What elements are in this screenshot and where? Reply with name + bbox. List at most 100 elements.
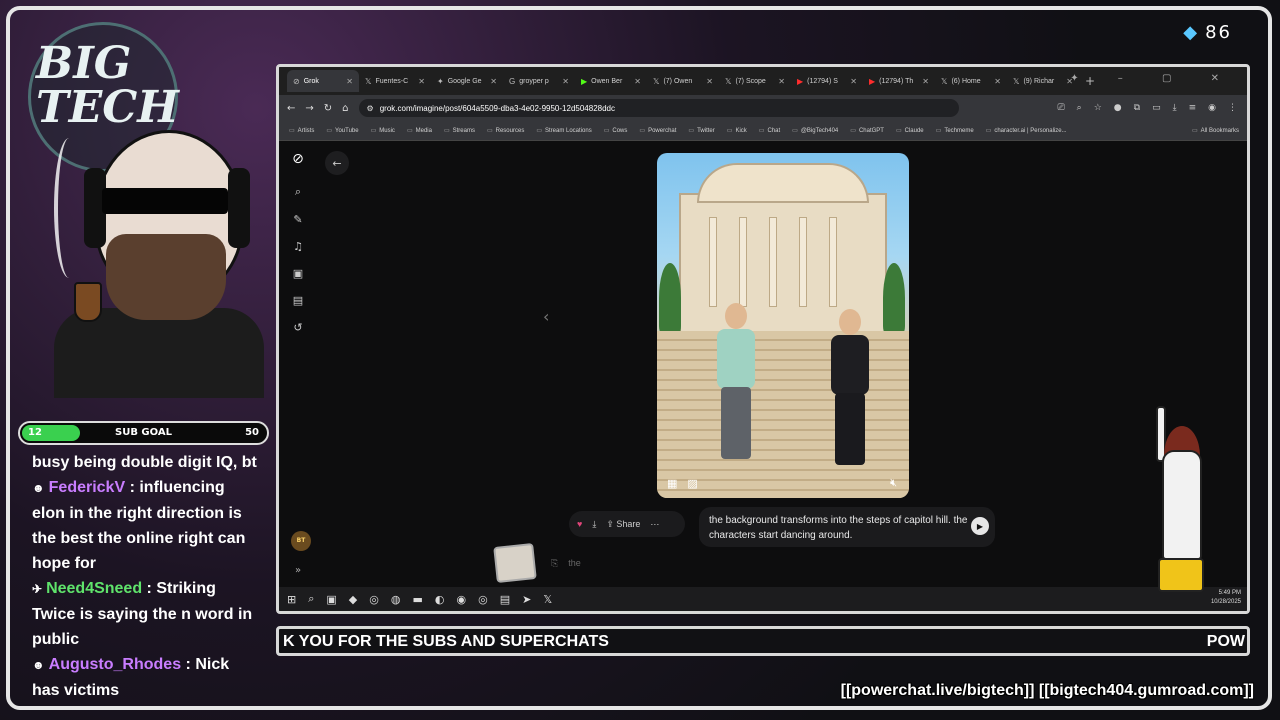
cast-icon[interactable]: ⎚ xyxy=(1057,103,1064,113)
attach-icon[interactable]: ⎘ xyxy=(551,558,558,569)
waiter-figure xyxy=(1150,400,1212,594)
bookmark-item[interactable]: ▭ Techmeme xyxy=(936,127,974,134)
voice-icon[interactable]: ♫ xyxy=(293,240,303,253)
tab[interactable]: ▶ Owen Ber ✕ xyxy=(575,70,647,92)
profile-icon[interactable]: ◉ xyxy=(1208,103,1216,113)
video-mode-icon[interactable]: ▦ xyxy=(667,477,677,490)
search-icon[interactable]: ⌕ xyxy=(295,185,301,199)
close-icon[interactable]: ✕ xyxy=(994,77,1001,86)
chrome-icon[interactable]: ◉ xyxy=(457,593,467,606)
reload-icon[interactable]: ↻ xyxy=(324,103,332,114)
bookmark-item[interactable]: ▭ Powerchat xyxy=(639,127,676,134)
close-icon[interactable]: ✕ xyxy=(634,77,641,86)
previous-arrow-icon[interactable]: ‹ xyxy=(543,307,549,326)
user-avatar[interactable]: BT xyxy=(291,531,311,551)
app-icon[interactable]: ◍ xyxy=(391,593,401,606)
sub-goal-target: 50 xyxy=(245,427,259,438)
tab[interactable]: ▶ (12794) Th ✕ xyxy=(863,70,935,92)
more-icon[interactable]: ⋯ xyxy=(650,519,659,530)
close-icon[interactable]: ✕ xyxy=(490,77,497,86)
home-icon[interactable]: ⌂ xyxy=(342,103,348,114)
bookmark-item[interactable]: ▭ Chat xyxy=(759,127,780,134)
prompt-input[interactable]: ⎘ the xyxy=(551,551,1081,575)
bookmark-item[interactable]: ▭ YouTube xyxy=(326,127,358,134)
imagine-icon[interactable]: ▣ xyxy=(293,267,303,280)
close-icon[interactable]: ✕ xyxy=(418,77,425,86)
steam-icon[interactable]: ◐ xyxy=(435,593,445,606)
play-icon[interactable]: ▶ xyxy=(971,517,989,535)
projects-icon[interactable]: ▤ xyxy=(293,294,303,307)
zoom-icon[interactable]: ⌕ xyxy=(1077,103,1082,113)
tab-grok[interactable]: ⊘ Grok ✕ xyxy=(287,70,359,92)
address-bar[interactable]: ⚙ grok.com/imagine/post/604a5509-dba3-4e… xyxy=(358,99,959,117)
bookmark-icon: ▭ xyxy=(639,128,646,134)
attached-image-thumbnail[interactable] xyxy=(493,543,537,583)
back-button[interactable]: ← xyxy=(325,151,349,175)
bookmark-item[interactable]: ▭ Streams xyxy=(444,127,475,134)
history-icon[interactable]: ↺ xyxy=(293,321,302,334)
tab[interactable]: ✦ Google Ge ✕ xyxy=(431,70,503,92)
tab[interactable]: 𝕏 (6) Home ✕ xyxy=(935,70,1007,92)
bookmark-item[interactable]: ▭ Stream Locations xyxy=(536,127,591,134)
expand-sidebar-icon[interactable]: » xyxy=(295,565,301,576)
extension-icon[interactable]: ● xyxy=(1114,103,1122,113)
app-icon[interactable]: ◎ xyxy=(369,593,379,606)
close-icon[interactable]: ✕ xyxy=(850,77,857,86)
extensions-puzzle-icon[interactable]: ⧉ xyxy=(1134,103,1140,113)
app-icon[interactable]: ▤ xyxy=(500,593,510,606)
grok-logo-icon[interactable]: ⊘ xyxy=(292,151,304,167)
image-action-bar: ♥ ⤓ ⇪ Share ⋯ xyxy=(569,511,685,537)
download-icon[interactable]: ⤓ xyxy=(592,519,596,530)
x-icon[interactable]: 𝕏 xyxy=(543,593,552,606)
bookmark-item[interactable]: ▭ Claude xyxy=(896,127,924,134)
forward-arrow-icon[interactable]: → xyxy=(305,103,313,114)
bookmark-item[interactable]: ▭ Resources xyxy=(487,127,524,134)
tab[interactable]: ▶ (12794) S ✕ xyxy=(791,70,863,92)
close-icon[interactable]: ✕ xyxy=(562,77,569,86)
obs-icon[interactable]: ◎ xyxy=(478,593,488,606)
menu-icon[interactable]: ⋮ xyxy=(1228,103,1237,113)
star-icon[interactable]: ☆ xyxy=(1094,103,1102,113)
site-info-icon[interactable]: ⚙ xyxy=(367,104,374,113)
app-icon[interactable]: ◆ xyxy=(349,593,357,606)
mute-icon[interactable]: 🔇︎ xyxy=(890,476,897,490)
bookmark-item[interactable]: ▭ Music xyxy=(371,127,395,134)
folder-icon[interactable]: ▬ xyxy=(412,593,422,606)
bookmark-item[interactable]: ▭ Kick xyxy=(727,127,747,134)
bookmark-item[interactable]: ▭ Twitter xyxy=(688,127,714,134)
close-icon[interactable]: ✕ xyxy=(346,77,353,86)
tab[interactable]: 𝕏 (9) Richar ✕ xyxy=(1007,70,1079,92)
close-icon[interactable]: ✕ xyxy=(706,77,713,86)
bookmark-item[interactable]: ▭ ChatGPT xyxy=(850,127,884,134)
generated-video[interactable]: ▦ ▨ 🔇︎ xyxy=(657,153,909,498)
all-bookmarks[interactable]: ▭ All Bookmarks xyxy=(1192,127,1247,134)
media-icon[interactable]: ≡ xyxy=(1189,103,1197,113)
bookmark-item[interactable]: ▭ character.ai | Personalize... xyxy=(986,127,1067,134)
bookmark-icon: ▭ xyxy=(443,128,450,134)
download-icon[interactable]: ⤓ xyxy=(1173,103,1177,113)
heart-icon[interactable]: ♥ xyxy=(577,519,582,529)
bookmark-item[interactable]: ▭ Artists xyxy=(289,127,314,134)
windows-start-icon[interactable]: ⊞ xyxy=(287,593,296,606)
image-mode-icon[interactable]: ▨ xyxy=(687,477,697,490)
share-button[interactable]: ⇪ Share xyxy=(606,519,640,530)
taskbar-clock[interactable]: 5:49 PM 10/28/2025 xyxy=(1211,589,1241,607)
bookmark-item[interactable]: ▭ @BigTech404 xyxy=(792,127,838,134)
tab[interactable]: 𝕏 (7) Scope ✕ xyxy=(719,70,791,92)
tab[interactable]: 𝕏 (7) Owen ✕ xyxy=(647,70,719,92)
search-icon[interactable]: ⌕ xyxy=(308,592,314,606)
close-icon[interactable]: ✕ xyxy=(922,77,929,86)
tab[interactable]: 𝕏 Fuentes-C ✕ xyxy=(359,70,431,92)
tab[interactable]: Ggroyper p ✕ xyxy=(503,70,575,92)
back-arrow-icon[interactable]: ← xyxy=(287,103,295,114)
bookmark-icon: ▭ xyxy=(536,128,542,134)
close-icon[interactable]: ✕ xyxy=(778,77,785,86)
google-icon: G xyxy=(509,76,516,86)
edit-icon[interactable]: ✎ xyxy=(293,213,302,226)
sidepanel-icon[interactable]: ▭ xyxy=(1152,103,1161,113)
bookmark-item[interactable]: ▭ Cows xyxy=(604,127,628,134)
task-view-icon[interactable]: ▣ xyxy=(326,593,336,606)
window-controls[interactable]: ✦ – ▢ ✕ xyxy=(1070,73,1237,84)
telegram-icon[interactable]: ➤ xyxy=(522,593,531,606)
bookmark-item[interactable]: ▭ Media xyxy=(407,127,432,134)
